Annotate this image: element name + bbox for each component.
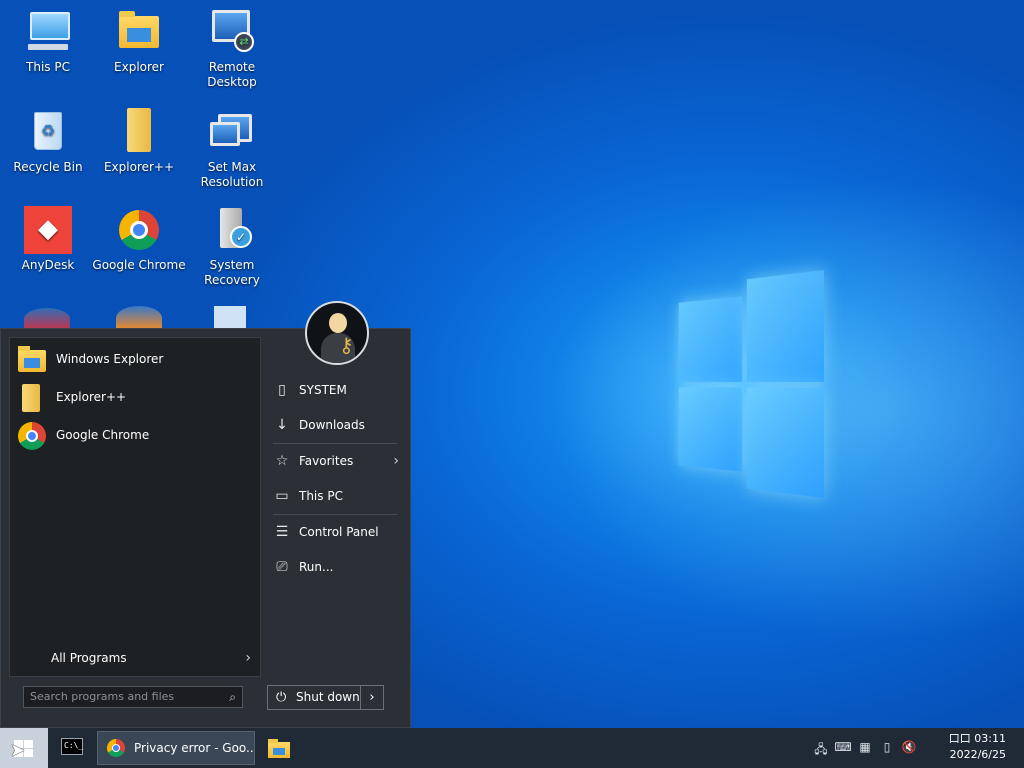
desktop-icon-set-max-resolution[interactable]: Set Max Resolution <box>184 108 280 190</box>
desktop-icon-system-recovery[interactable]: ✓ System Recovery <box>184 206 280 288</box>
computer-icon: ▭ <box>275 488 289 504</box>
desktop-icon-label: Explorer <box>114 60 164 74</box>
chrome-icon <box>115 206 163 254</box>
pinned-google-chrome[interactable]: Google Chrome <box>14 418 258 452</box>
places-label: Control Panel <box>299 525 379 539</box>
desktop-icon-label: AnyDesk <box>21 258 75 272</box>
control-panel-icon: ☰ <box>275 524 289 540</box>
places-item-downloads[interactable]: ↓ Downloads <box>267 408 403 443</box>
desktop-icon-label: Recycle Bin <box>13 160 83 174</box>
clock-time-row: 口口 03:11 <box>932 731 1006 747</box>
desktop-icon-label: This PC <box>26 60 70 74</box>
start-menu-programs-pane: Windows Explorer Explorer++ Google Chrom… <box>9 337 261 677</box>
system-recovery-icon: ✓ <box>208 206 256 254</box>
desktop-icon-remote-desktop[interactable]: ⇄ Remote Desktop <box>184 8 280 90</box>
start-menu: ⚷ Windows Explorer Explorer++ Google Chr… <box>0 301 411 728</box>
desktop-icon-label: System Recovery <box>204 258 260 287</box>
desktop-icon-recycle-bin[interactable]: ♻ Recycle Bin <box>0 108 96 175</box>
taskbar-file-explorer[interactable] <box>262 732 296 764</box>
tall-folder-icon <box>115 108 163 156</box>
desktop-icon-explorer[interactable]: Explorer <box>91 8 187 75</box>
download-icon: ↓ <box>276 417 288 433</box>
places-label: Downloads <box>299 418 365 432</box>
user-folder-icon: ▯ <box>278 382 286 398</box>
pinned-explorer-plus[interactable]: Explorer++ <box>14 380 258 414</box>
places-label: Run... <box>299 560 334 574</box>
search-input[interactable]: Search programs and files ⌕ <box>23 686 243 708</box>
keyboard-icon[interactable]: ⌨ <box>834 740 852 754</box>
pinned-label: Google Chrome <box>56 428 150 442</box>
search-placeholder: Search programs and files <box>30 690 175 703</box>
chrome-icon <box>18 422 46 450</box>
pinned-label: Windows Explorer <box>56 352 164 366</box>
windows-logo-wallpaper <box>678 270 824 498</box>
desktop-icon-this-pc[interactable]: This PC <box>0 8 96 75</box>
taskbar-command-prompt[interactable]: C:\_ <box>52 732 92 764</box>
start-menu-places-pane: ▯ SYSTEM ↓ Downloads ☆ Favorites › ▭ Thi… <box>267 373 403 585</box>
places-item-favorites[interactable]: ☆ Favorites › <box>267 444 403 479</box>
clock[interactable]: 口口 03:11 2022/6/25 <box>932 731 1006 763</box>
desktop-icon-label: Set Max Resolution <box>200 160 264 189</box>
system-tray: 🖧 ⌨ ▦ ▯ 🔇 <box>812 740 932 756</box>
volume-muted-icon[interactable]: 🔇 <box>900 740 918 754</box>
clock-time: 03:11 <box>974 732 1006 745</box>
display-icon[interactable]: ▦ <box>856 740 874 754</box>
shutdown-label: Shut down <box>296 690 360 704</box>
pinned-label: Explorer++ <box>56 390 127 404</box>
shutdown-button[interactable]: ⏻ Shut down <box>267 685 361 710</box>
clock-date: 2022/6/25 <box>949 748 1006 761</box>
clock-time-prefix: 口口 <box>948 732 971 745</box>
places-item-system[interactable]: ▯ SYSTEM <box>267 373 403 408</box>
places-label: SYSTEM <box>299 383 347 397</box>
all-programs-label: All Programs <box>51 651 127 665</box>
places-item-control-panel[interactable]: ☰ Control Panel <box>267 515 403 550</box>
desktop-icon-label: Explorer++ <box>103 160 175 174</box>
places-label: This PC <box>299 489 343 503</box>
folder-icon <box>18 346 46 372</box>
hidden-desktop-icon[interactable] <box>24 308 70 330</box>
desktop-icon-label: Remote Desktop <box>207 60 257 89</box>
shutdown-options-button[interactable]: › <box>361 685 384 710</box>
desktop-icon-anydesk[interactable]: ◆ AnyDesk <box>0 206 96 273</box>
key-icon: ⚷ <box>339 333 354 357</box>
chevron-right-icon: › <box>393 453 399 469</box>
start-button[interactable]: ➤ <box>0 728 48 768</box>
hidden-desktop-icon[interactable] <box>214 306 246 330</box>
power-icon: ⏻ <box>276 690 287 705</box>
desktop-icon-explorer-plus[interactable]: Explorer++ <box>91 108 187 175</box>
chevron-right-icon: › <box>245 650 251 666</box>
remote-desktop-icon: ⇄ <box>208 8 256 56</box>
monitors-icon <box>208 108 256 156</box>
desktop-icon-label: Google Chrome <box>92 258 186 272</box>
folder-icon <box>268 739 290 758</box>
pinned-windows-explorer[interactable]: Windows Explorer <box>14 342 258 376</box>
this-pc-icon <box>24 8 72 56</box>
user-avatar[interactable]: ⚷ <box>305 301 369 365</box>
anydesk-icon: ◆ <box>24 206 72 254</box>
all-programs-button[interactable]: All Programs › <box>9 643 261 673</box>
places-label: Favorites <box>299 454 354 468</box>
taskbar-window-title: Privacy error - Goo... <box>134 741 255 755</box>
desktop-icon-google-chrome[interactable]: Google Chrome <box>91 206 187 273</box>
terminal-icon: C:\_ <box>61 738 83 755</box>
tall-folder-icon <box>22 384 40 412</box>
places-item-run[interactable]: ⎚ Run... <box>267 550 403 585</box>
mouse-cursor-icon: ➤ <box>10 740 26 761</box>
places-item-this-pc[interactable]: ▭ This PC <box>267 479 403 514</box>
recycle-bin-icon: ♻ <box>24 108 72 156</box>
hidden-desktop-icon[interactable] <box>116 306 162 330</box>
chevron-right-icon: › <box>369 690 375 705</box>
run-icon: ⎚ <box>276 559 288 575</box>
star-icon: ☆ <box>275 453 289 469</box>
chrome-icon <box>107 739 125 757</box>
taskbar-chrome-window[interactable]: Privacy error - Goo... <box>97 731 255 765</box>
search-icon: ⌕ <box>229 690 236 704</box>
network-icon[interactable]: 🖧 <box>812 740 830 761</box>
usb-icon[interactable]: ▯ <box>878 740 896 754</box>
taskbar: ➤ C:\_ Privacy error - Goo... 🖧 ⌨ ▦ ▯ 🔇 … <box>0 728 1024 768</box>
folder-icon <box>115 8 163 56</box>
